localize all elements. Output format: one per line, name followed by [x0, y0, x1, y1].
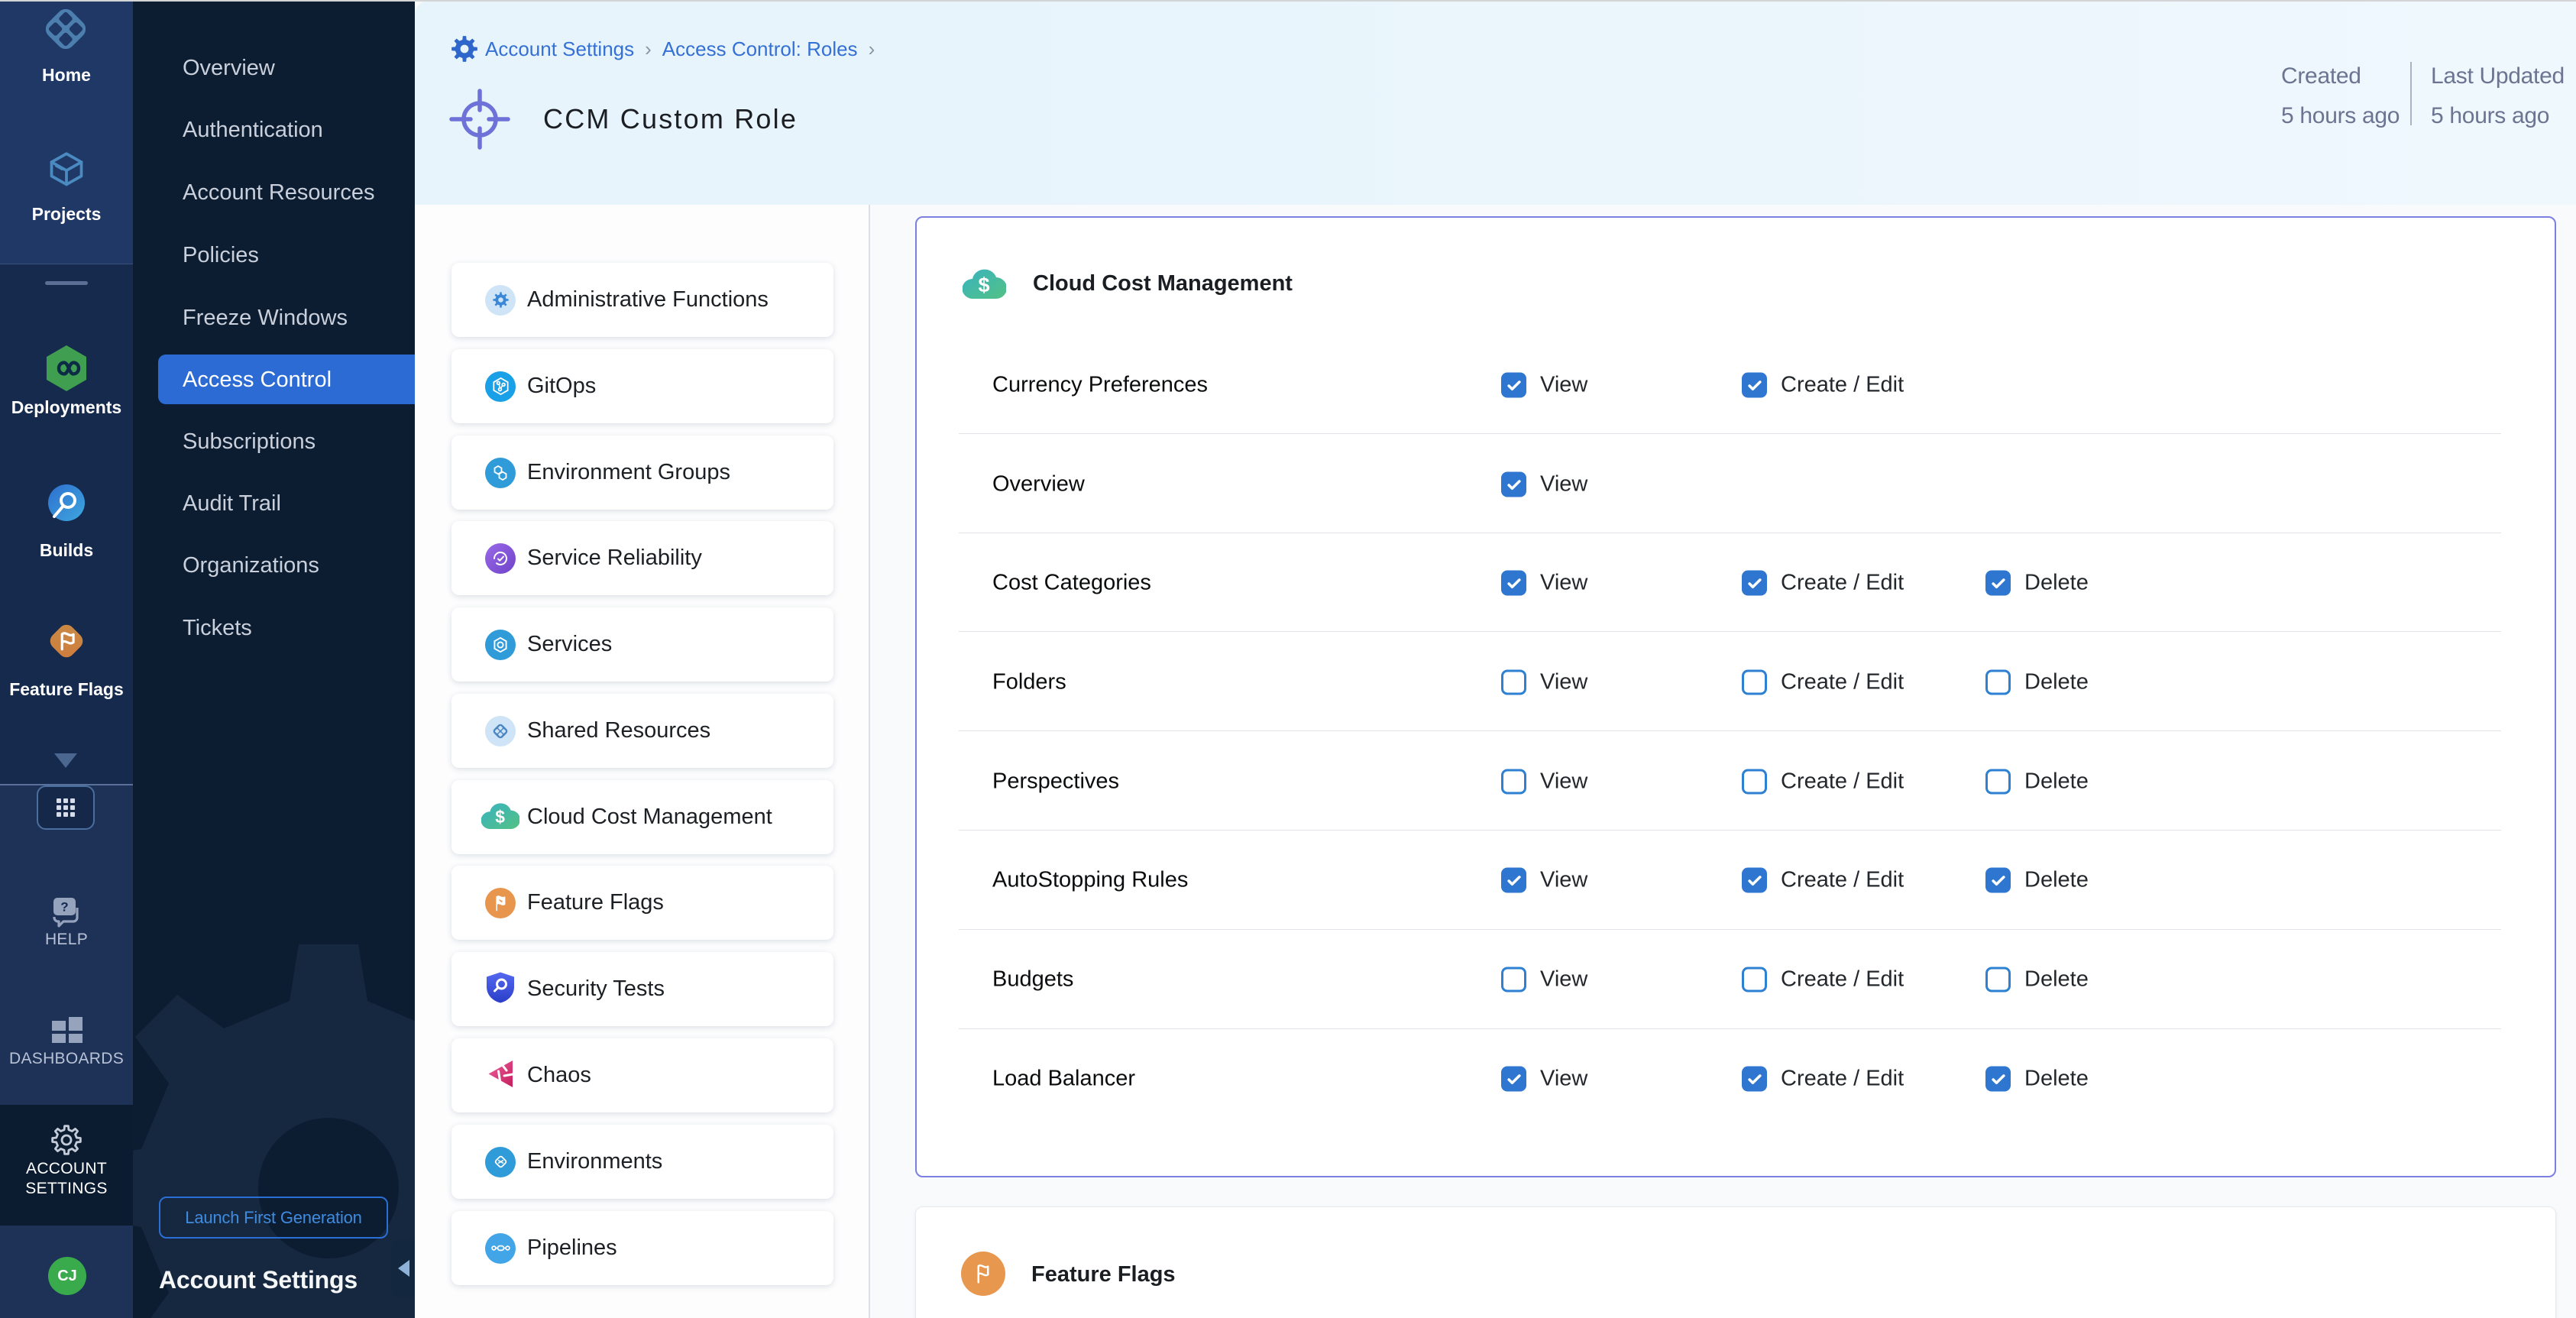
svg-text:?: ? [60, 900, 68, 915]
svg-text:$: $ [495, 807, 505, 827]
svg-text:$: $ [978, 274, 989, 296]
